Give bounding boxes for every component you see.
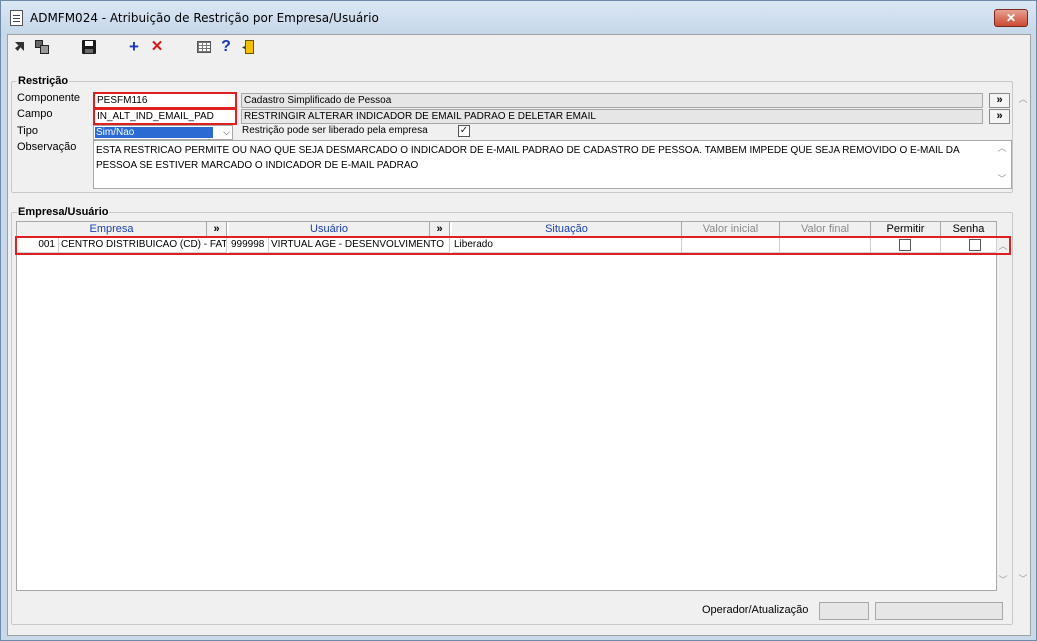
tipo-label: Tipo (17, 125, 38, 137)
window-title: ADMFM024 - Atribuição de Restrição por E… (30, 11, 379, 25)
column-header-situacao[interactable]: Situação (452, 222, 682, 237)
empresa-lookup-header[interactable]: » (207, 222, 227, 237)
componente-field[interactable]: PESFM116 (93, 92, 237, 109)
empresa-usuario-group-title: Empresa/Usuário (17, 206, 110, 218)
empresa-usuario-grid: Empresa » Usuário » Situação Valor inici… (15, 221, 1011, 591)
scroll-down-icon[interactable]: ﹀ (996, 173, 1008, 185)
column-header-usuario[interactable]: Usuário (229, 222, 430, 237)
document-icon (10, 10, 23, 26)
scroll-up-icon[interactable]: ︿ (996, 142, 1008, 154)
application-window: ADMFM024 - Atribuição de Restrição por E… (0, 0, 1037, 641)
componente-label: Componente (17, 92, 80, 104)
selected-row-highlight (15, 236, 1011, 255)
form-client-area: + ✕ ? Restrição Componente PESFM116 Cada… (7, 34, 1031, 636)
liberado-checkbox[interactable]: ✓ (458, 125, 470, 137)
column-header-permitir[interactable]: Permitir (871, 222, 941, 237)
componente-description: Cadastro Simplificado de Pessoa (241, 93, 983, 108)
help-icon[interactable]: ? (218, 39, 234, 55)
calendar-icon[interactable] (196, 39, 212, 55)
form-scroll-up-icon[interactable]: ︿ (1017, 93, 1029, 105)
exit-door-icon[interactable] (242, 39, 258, 55)
operador-field (819, 602, 869, 620)
observacao-textarea[interactable]: ESTA RESTRICAO PERMITE OU NAO QUE SEJA D… (93, 140, 1012, 189)
toolbar: + ✕ ? (8, 35, 1030, 61)
grid-scroll-up-icon[interactable]: ︿ (997, 240, 1009, 252)
column-header-valor-inicial[interactable]: Valor inicial (682, 222, 780, 237)
form-scroll-down-icon[interactable]: ﹀ (1017, 573, 1029, 585)
add-icon[interactable]: + (126, 38, 142, 55)
tipo-select[interactable]: Sim/Nao ⌵ (93, 125, 233, 140)
campo-description: RESTRINGIR ALTERAR INDICADOR DE EMAIL PA… (241, 109, 983, 124)
grid-scroll-down-icon[interactable]: ﹀ (997, 574, 1009, 586)
column-header-valor-final[interactable]: Valor final (780, 222, 871, 237)
empresa-usuario-group: Empresa/Usuário Empresa » Usuário » Situ… (11, 206, 1013, 625)
chevron-down-icon[interactable]: ⌵ (223, 127, 230, 138)
tipo-selected-value: Sim/Nao (95, 127, 213, 138)
campo-lookup-button[interactable]: » (989, 109, 1010, 124)
campo-label: Campo (17, 108, 53, 120)
liberado-label: Restrição pode ser liberado pela empresa (242, 125, 428, 136)
column-header-empresa[interactable]: Empresa (17, 222, 207, 237)
column-header-senha[interactable]: Senha (941, 222, 997, 237)
componente-lookup-button[interactable]: » (989, 93, 1010, 108)
usuario-lookup-header[interactable]: » (430, 222, 450, 237)
restricao-group: Restrição Componente PESFM116 Cadastro S… (11, 75, 1013, 193)
save-icon[interactable] (81, 39, 97, 55)
title-bar: ADMFM024 - Atribuição de Restrição por E… (1, 1, 1036, 35)
close-button[interactable]: ✕ (994, 9, 1028, 27)
atualizacao-field (875, 602, 1003, 620)
copy-window-icon[interactable] (34, 39, 50, 55)
campo-field[interactable]: IN_ALT_IND_EMAIL_PAD (93, 108, 237, 125)
delete-icon[interactable]: ✕ (149, 39, 165, 55)
cursor-icon[interactable] (13, 39, 29, 55)
operador-label: Operador/Atualização (702, 604, 809, 616)
observacao-label: Observação (17, 141, 77, 153)
restricao-group-title: Restrição (17, 75, 70, 87)
